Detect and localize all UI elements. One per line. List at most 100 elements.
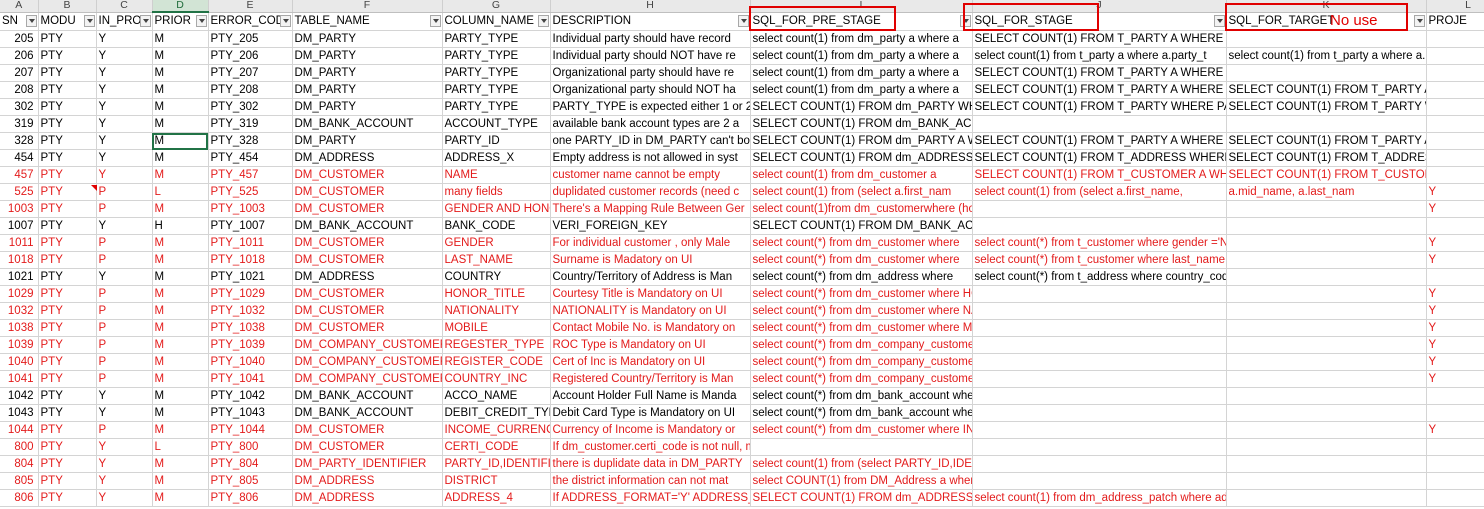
cell-mod[interactable]: PTY <box>38 438 97 456</box>
cell-inp[interactable]: P <box>96 251 153 269</box>
cell-target[interactable] <box>1226 251 1427 269</box>
cell-col[interactable]: REGISTER_CODE <box>442 353 551 371</box>
cell-desc[interactable]: duplidated customer records (need c <box>550 183 751 201</box>
cell-inp[interactable]: Y <box>96 64 153 82</box>
cell-pre[interactable]: SELECT COUNT(1) FROM dm_BANK_ACCOUNT A W… <box>750 115 973 133</box>
cell-sn[interactable]: 1044 <box>0 421 39 439</box>
cell-stage[interactable]: select count(*) from t_customer where la… <box>972 251 1227 269</box>
cell-col[interactable]: DEBIT_CREDIT_TYPE <box>442 404 551 422</box>
cell-pri[interactable]: M <box>152 302 209 320</box>
cell-code[interactable]: PTY_208 <box>208 81 293 99</box>
cell-pre[interactable]: select count(*) from dm_company_customer… <box>750 336 973 354</box>
cell-pre[interactable]: SELECT COUNT(1) FROM DM_BANK_ACCOUNT a L… <box>750 217 973 235</box>
cell-col[interactable]: PARTY_ID,IDENTIFIE <box>442 455 551 473</box>
cell-code[interactable]: PTY_328 <box>208 132 293 150</box>
cell-pri[interactable]: M <box>152 64 209 82</box>
cell-col[interactable]: REGESTER_TYPE <box>442 336 551 354</box>
cell-target[interactable] <box>1226 302 1427 320</box>
cell-pri[interactable]: M <box>152 234 209 252</box>
cell-pre[interactable]: select count(*) from dm_bank_account whe… <box>750 387 973 405</box>
filter-dropdown-icon[interactable] <box>139 14 151 27</box>
cell-code[interactable]: PTY_806 <box>208 489 293 507</box>
cell-sn[interactable]: 1039 <box>0 336 39 354</box>
cell-pri[interactable]: M <box>152 421 209 439</box>
cell-mod[interactable]: PTY <box>38 421 97 439</box>
cell-pre[interactable]: SELECT COUNT(1) FROM dm_PARTY WHER <box>750 98 973 116</box>
cell-col[interactable]: NATIONALITY <box>442 302 551 320</box>
cell-desc[interactable]: If ADDRESS_FORMAT='Y' ADDRESS_4 <box>550 489 751 507</box>
cell-col[interactable]: PARTY_TYPE <box>442 64 551 82</box>
cell-table[interactable]: DM_CUSTOMER <box>292 319 443 337</box>
filter-dropdown-icon[interactable] <box>537 14 549 27</box>
cell-code[interactable]: PTY_206 <box>208 47 293 65</box>
cell-mod[interactable]: PTY <box>38 98 97 116</box>
cell-desc[interactable]: Individual party should have record <box>550 30 751 48</box>
cell-table[interactable]: DM_CUSTOMER <box>292 421 443 439</box>
cell-pre[interactable]: SELECT COUNT(1) FROM dm_PARTY A WH <box>750 132 973 150</box>
cell-desc[interactable]: NATIONALITY is Mandatory on UI <box>550 302 751 320</box>
cell-code[interactable]: PTY_1032 <box>208 302 293 320</box>
cell-inp[interactable]: P <box>96 353 153 371</box>
cell-inp[interactable]: Y <box>96 217 153 235</box>
cell-target[interactable]: SELECT COUNT(1) FROM T_ADDRESS WHERE AD <box>1226 149 1427 167</box>
cell-mod[interactable]: PTY <box>38 387 97 405</box>
cell-stage[interactable]: select count(1) from t_party a where a.p… <box>972 47 1227 65</box>
cell-inp[interactable]: Y <box>96 438 153 456</box>
column-letter-d[interactable]: D <box>152 0 209 13</box>
cell-col[interactable]: PARTY_ID <box>442 132 551 150</box>
cell-sn[interactable]: 457 <box>0 166 39 184</box>
cell-code[interactable]: PTY_1040 <box>208 353 293 371</box>
cell-pre[interactable]: select count(*) from dm_address where <box>750 268 973 286</box>
cell-pre[interactable]: select count(*) from dm_customer where I… <box>750 421 973 439</box>
cell-sn[interactable]: 1042 <box>0 387 39 405</box>
cell-desc[interactable]: Empty address is not allowed in syst <box>550 149 751 167</box>
cell-col[interactable]: ADDRESS_X <box>442 149 551 167</box>
cell-sn[interactable]: 1043 <box>0 404 39 422</box>
column-letter-c[interactable]: C <box>96 0 153 13</box>
cell-code[interactable]: PTY_454 <box>208 149 293 167</box>
cell-table[interactable]: DM_PARTY <box>292 81 443 99</box>
cell-proj[interactable] <box>1426 489 1484 507</box>
cell-inp[interactable]: P <box>96 285 153 303</box>
cell-pre[interactable]: select count(1) from (select a.first_nam <box>750 183 973 201</box>
cell-table[interactable]: DM_PARTY <box>292 98 443 116</box>
cell-sn[interactable]: 454 <box>0 149 39 167</box>
cell-pri[interactable]: M <box>152 370 209 388</box>
cell-target[interactable] <box>1226 234 1427 252</box>
cell-code[interactable]: PTY_1041 <box>208 370 293 388</box>
cell-stage[interactable]: select count(*) from t_customer where ge… <box>972 234 1227 252</box>
cell-target[interactable] <box>1226 404 1427 422</box>
cell-target[interactable]: select count(1) from t_party a where a.p… <box>1226 47 1427 65</box>
cell-target[interactable] <box>1226 115 1427 133</box>
cell-pri[interactable]: M <box>152 319 209 337</box>
column-letter-a[interactable]: A <box>0 0 39 13</box>
column-letter-j[interactable]: J <box>972 0 1227 13</box>
column-letter-e[interactable]: E <box>208 0 293 13</box>
cell-proj[interactable] <box>1426 404 1484 422</box>
cell-proj[interactable]: Y <box>1426 285 1484 303</box>
cell-sn[interactable]: 1018 <box>0 251 39 269</box>
cell-code[interactable]: PTY_1042 <box>208 387 293 405</box>
cell-sn[interactable]: 805 <box>0 472 39 490</box>
cell-desc[interactable]: There's a Mapping Rule Between Ger <box>550 200 751 218</box>
cell-table[interactable]: DM_COMPANY_CUSTOMER <box>292 336 443 354</box>
cell-inp[interactable]: P <box>96 319 153 337</box>
cell-mod[interactable]: PTY <box>38 455 97 473</box>
cell-target[interactable] <box>1226 200 1427 218</box>
cell-pre[interactable]: select count(*) from dm_customer where <box>750 251 973 269</box>
cell-target[interactable] <box>1226 370 1427 388</box>
cell-sn[interactable]: 206 <box>0 47 39 65</box>
cell-stage[interactable]: select count(1) from (select a.first_nam… <box>972 183 1227 201</box>
cell-proj[interactable]: Y <box>1426 370 1484 388</box>
cell-target[interactable]: a.mid_name, a.last_nam <box>1226 183 1427 201</box>
cell-inp[interactable]: Y <box>96 455 153 473</box>
cell-stage[interactable]: SELECT COUNT(1) FROM T_PARTY A WHERE a.p… <box>972 64 1227 82</box>
cell-code[interactable]: PTY_1038 <box>208 319 293 337</box>
cell-target[interactable] <box>1226 472 1427 490</box>
cell-desc[interactable]: Organizational party should have re <box>550 64 751 82</box>
cell-sn[interactable]: 1032 <box>0 302 39 320</box>
filter-dropdown-icon[interactable] <box>1213 14 1225 27</box>
cell-col[interactable]: ACCOUNT_TYPE <box>442 115 551 133</box>
cell-code[interactable]: PTY_1043 <box>208 404 293 422</box>
cell-sn[interactable]: 1038 <box>0 319 39 337</box>
